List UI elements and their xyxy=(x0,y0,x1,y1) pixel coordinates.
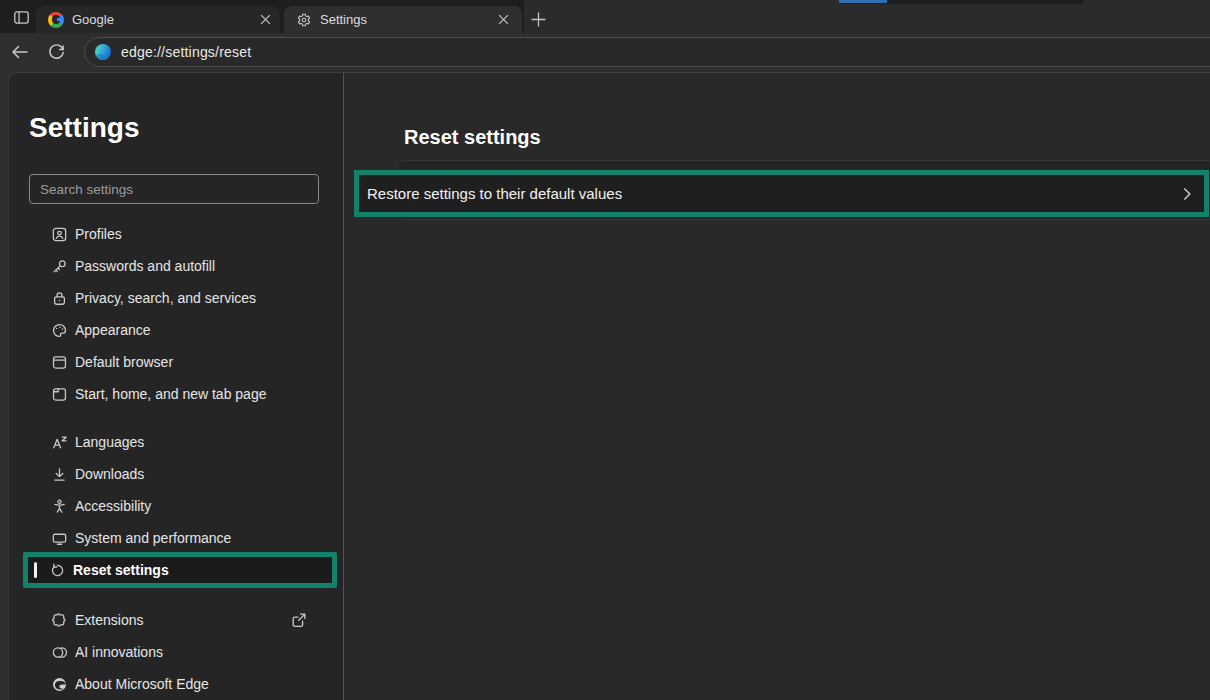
sidebar-item-reset-settings[interactable]: Reset settings xyxy=(23,552,337,588)
main-panel: Reset settings Restore settings to their… xyxy=(345,73,1210,700)
sidebar-item-label: Languages xyxy=(75,434,144,450)
restore-settings-row[interactable]: Restore settings to their default values xyxy=(354,170,1209,217)
sidebar-item-label: Default browser xyxy=(75,354,173,370)
sidebar-item-label: Extensions xyxy=(75,612,143,628)
ai-icon xyxy=(50,643,68,661)
puzzle-icon xyxy=(50,611,68,629)
new-tab-button[interactable] xyxy=(526,7,550,31)
sidebar-item-label: Start, home, and new tab page xyxy=(75,386,266,402)
sidebar-item-label: Profiles xyxy=(75,226,122,242)
url-bar[interactable]: edge://settings/reset xyxy=(84,37,1210,67)
tab-title: Google xyxy=(72,12,256,27)
palette-icon xyxy=(50,321,68,339)
sidebar-item-languages[interactable]: Languages xyxy=(9,426,344,458)
monitor-icon xyxy=(50,529,68,547)
sidebar-item-profiles[interactable]: Profiles xyxy=(9,218,344,250)
sidebar-nav: Profiles Passwords and autofill Privacy, s… xyxy=(9,218,344,700)
close-tab-icon[interactable] xyxy=(494,11,512,29)
sidebar-item-ai-innovations[interactable]: AI innovations xyxy=(9,636,344,668)
window-tab-icon xyxy=(50,385,68,403)
reset-icon xyxy=(48,561,66,579)
sidebar-item-system-and-performance[interactable]: System and performance xyxy=(9,522,344,554)
section-heading: Reset settings xyxy=(404,126,541,149)
sidebar-item-label: Passwords and autofill xyxy=(75,258,215,274)
edge-logo-icon xyxy=(50,675,68,693)
translate-icon xyxy=(50,433,68,451)
gear-icon xyxy=(296,12,312,28)
sidebar-item-label: About Microsoft Edge xyxy=(75,676,209,692)
sidebar: Settings ProfilesPasswords and autofillP… xyxy=(9,73,344,700)
selection-indicator xyxy=(34,562,37,578)
external-link-icon xyxy=(290,611,308,629)
refresh-button[interactable] xyxy=(44,40,68,64)
lock-icon xyxy=(50,289,68,307)
tab-actions-menu-icon[interactable] xyxy=(10,6,32,28)
sidebar-item-default-browser[interactable]: Default browser xyxy=(9,346,344,378)
sidebar-item-appearance[interactable]: Appearance xyxy=(9,314,344,346)
sidebar-item-label: Appearance xyxy=(75,322,151,338)
toolbar: edge://settings/reset xyxy=(0,33,1210,70)
search-input[interactable] xyxy=(29,174,319,204)
sidebar-item-label: Reset settings xyxy=(73,562,169,578)
sidebar-item-start-home-and-new-tab-page[interactable]: Start, home, and new tab page xyxy=(9,378,344,410)
chevron-right-icon xyxy=(1178,185,1196,203)
google-icon xyxy=(48,12,64,28)
tab-title: Settings xyxy=(320,12,494,27)
tab-google[interactable]: Google xyxy=(36,6,280,33)
content-area: Settings ProfilesPasswords and autofillP… xyxy=(0,70,1210,700)
sidebar-item-downloads[interactable]: Downloads xyxy=(9,458,344,490)
back-button[interactable] xyxy=(8,40,32,64)
sidebar-item-label: System and performance xyxy=(75,530,231,546)
sidebar-item-label: Privacy, search, and services xyxy=(75,290,256,306)
url-text: edge://settings/reset xyxy=(121,44,251,60)
download-icon xyxy=(50,465,68,483)
profile-icon xyxy=(50,225,68,243)
sidebar-item-extensions[interactable]: Extensions xyxy=(9,604,344,636)
sidebar-item-label: Downloads xyxy=(75,466,144,482)
accessibility-icon xyxy=(50,497,68,515)
window-artifact-blue-line xyxy=(839,0,887,3)
close-tab-icon[interactable] xyxy=(256,11,274,29)
sidebar-item-label: AI innovations xyxy=(75,644,163,660)
page-title: Settings xyxy=(29,112,139,144)
sidebar-item-label: Accessibility xyxy=(75,498,151,514)
settings-page: Settings ProfilesPasswords and autofillP… xyxy=(8,72,1210,700)
restore-row-label: Restore settings to their default values xyxy=(367,185,1178,202)
key-icon xyxy=(50,257,68,275)
tab-settings[interactable]: Settings xyxy=(284,6,522,33)
sidebar-item-passwords-and-autofill[interactable]: Passwords and autofill xyxy=(9,250,344,282)
browser-window-icon xyxy=(50,353,68,371)
sidebar-item-about-microsoft-edge[interactable]: About Microsoft Edge xyxy=(9,668,344,700)
edge-logo-icon xyxy=(95,44,111,60)
sidebar-item-accessibility[interactable]: Accessibility xyxy=(9,490,344,522)
tab-strip: Google Settings xyxy=(0,0,1210,33)
sidebar-item-privacy-search-and-services[interactable]: Privacy, search, and services xyxy=(9,282,344,314)
